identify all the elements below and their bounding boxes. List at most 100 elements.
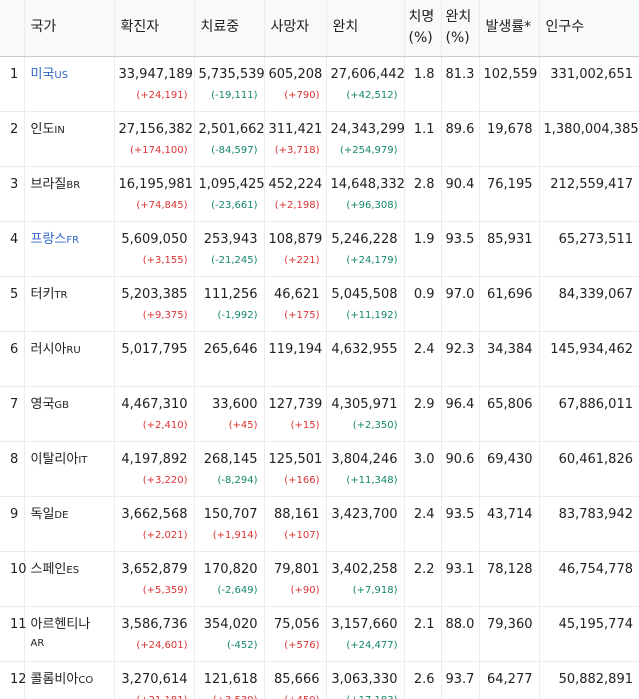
table-row: 7 영국GB 4,467,310 (+2,410) 33,600 (+45) 127,739…: [0, 386, 639, 441]
deaths-cell: 311,421 (+3,718): [264, 111, 327, 166]
fatality-cell: 2.2: [404, 551, 442, 606]
deaths-value: 119,194: [268, 341, 323, 357]
country-name: 러시아: [30, 341, 67, 357]
treating-delta: (+1,914): [212, 529, 258, 541]
recovered-cell: 3,804,246 (+11,348): [326, 441, 405, 496]
incidence-cell: 85,931: [479, 221, 540, 276]
country-link[interactable]: 미국: [31, 67, 55, 82]
country-name: 아르헨티나: [30, 616, 91, 632]
rank-cell: 9: [0, 496, 25, 551]
treating-delta: (-23,661): [211, 199, 258, 211]
table-row: 6 러시아RU 5,017,795 265,646 119,194 4,632,955 2.…: [0, 331, 639, 386]
deaths-value: 85,666: [274, 671, 320, 687]
country-code: CO: [78, 674, 94, 686]
header-deaths[interactable]: 사망자: [264, 0, 327, 57]
treating-value: 268,145: [203, 451, 258, 467]
country-name: 영국: [30, 396, 55, 412]
country-code: RU: [66, 344, 81, 356]
deaths-cell: 119,194: [264, 331, 327, 386]
treating-value: 150,707: [203, 506, 258, 522]
country-cell: 영국GB: [24, 386, 115, 441]
header-recovery-rate[interactable]: 완치 (%): [441, 0, 480, 57]
rank-cell: 12: [0, 661, 27, 699]
recovery-cell: 96.4: [441, 386, 480, 441]
recovered-delta: (+24,179): [346, 254, 398, 266]
header-country[interactable]: 국가: [24, 0, 115, 57]
recovered-delta: (+42,512): [346, 89, 398, 101]
recovered-cell: 27,606,442 (+42,512): [326, 56, 405, 111]
treating-delta: (-8,294): [217, 474, 258, 486]
recovered-delta: (+17,183): [331, 694, 397, 699]
recovery-cell: 89.6: [441, 111, 480, 166]
recovered-cell: 4,305,971 (+2,350): [326, 386, 405, 441]
deaths-value: 127,739: [268, 396, 323, 412]
treating-value: 33,600: [212, 396, 258, 412]
deaths-value: 452,224: [268, 176, 323, 192]
header-fatality-label: 치명: [408, 8, 435, 25]
recovered-delta: (+254,979): [339, 144, 398, 156]
treating-value: 354,020: [203, 616, 258, 632]
confirmed-cell: 5,017,795: [114, 331, 195, 386]
confirmed-cell: 4,467,310 (+2,410): [114, 386, 195, 441]
treating-value: 253,943: [203, 231, 258, 247]
recovery-cell: 88.0: [441, 606, 480, 661]
table-row: 12콜롬비아CO 3,270,614 (+21,181) 121,618 (+3,539…: [0, 661, 639, 699]
deaths-delta: (+576): [284, 639, 320, 651]
treating-value: 265,646: [203, 341, 258, 357]
recovered-cell: 5,045,508 (+11,192): [326, 276, 405, 331]
header-recovered[interactable]: 완치: [326, 0, 405, 57]
recovered-value: 3,804,246: [331, 451, 398, 467]
recovered-value: 14,648,332: [330, 176, 405, 192]
deaths-value: 108,879: [268, 231, 323, 247]
country-name: 인도: [30, 121, 55, 137]
treating-delta: (+45): [228, 419, 258, 431]
deaths-delta: (+90): [290, 584, 320, 596]
header-incidence[interactable]: 발생률*: [479, 0, 540, 57]
recovered-value: 24,343,299: [330, 121, 405, 137]
recovered-delta: (+96,308): [346, 199, 398, 211]
recovery-cell: 90.4: [441, 166, 480, 221]
fatality-cell: 0.9: [404, 276, 442, 331]
rank-cell: 3: [0, 166, 25, 221]
incidence-cell: 65,806: [479, 386, 540, 441]
population-cell: 212,559,417: [550, 176, 633, 192]
confirmed-delta: (+21,181): [119, 694, 187, 699]
incidence-cell: 64,277: [479, 661, 540, 699]
treating-delta: (+3,539): [199, 694, 258, 699]
fatality-cell: 2.4: [404, 331, 442, 386]
population-cell: 1,380,004,385: [543, 121, 639, 137]
header-fatality[interactable]: 치명 (%): [404, 0, 442, 57]
recovered-cell: 3,157,660 (+24,477): [326, 606, 405, 661]
recovery-cell: 93.7: [441, 661, 480, 699]
confirmed-cell: 3,652,879 (+5,359): [114, 551, 195, 606]
deaths-cell: 79,801 (+90): [264, 551, 327, 606]
country-cell[interactable]: 미국US: [24, 56, 115, 111]
country-link[interactable]: 프랑스: [31, 232, 67, 247]
population-cell: 84,339,067: [558, 286, 633, 302]
deaths-cell: 452,224 (+2,198): [264, 166, 327, 221]
treating-cell: 150,707 (+1,914): [194, 496, 265, 551]
deaths-value: 125,501: [268, 451, 323, 467]
recovery-cell: 92.3: [441, 331, 480, 386]
population-cell: 67,886,011: [558, 396, 633, 412]
country-cell: 브라질BR: [24, 166, 115, 221]
header-population[interactable]: 인구수: [539, 0, 639, 57]
confirmed-cell: 16,195,981 (+74,845): [114, 166, 195, 221]
header-treating[interactable]: 치료중: [194, 0, 265, 57]
country-cell: 스페인ES: [24, 551, 115, 606]
header-confirmed[interactable]: 확진자: [114, 0, 195, 57]
confirmed-cell: 5,203,385 (+9,375): [114, 276, 195, 331]
country-code: DE: [54, 509, 69, 521]
fatality-cell: 1.1: [404, 111, 442, 166]
population-cell: 145,934,462: [550, 341, 633, 357]
deaths-value: 75,056: [274, 616, 320, 632]
confirmed-delta: (+74,845): [136, 199, 188, 211]
recovered-delta: (+7,918): [352, 584, 398, 596]
rank-cell: 7: [0, 386, 25, 441]
incidence-cell: 61,696: [479, 276, 540, 331]
confirmed-cell: 3,662,568 (+2,021): [114, 496, 195, 551]
confirmed-value: 3,270,614: [121, 671, 188, 687]
country-cell[interactable]: 프랑스FR: [24, 221, 115, 276]
incidence-cell: 102,559: [479, 56, 540, 111]
incidence-cell: 43,714: [479, 496, 540, 551]
